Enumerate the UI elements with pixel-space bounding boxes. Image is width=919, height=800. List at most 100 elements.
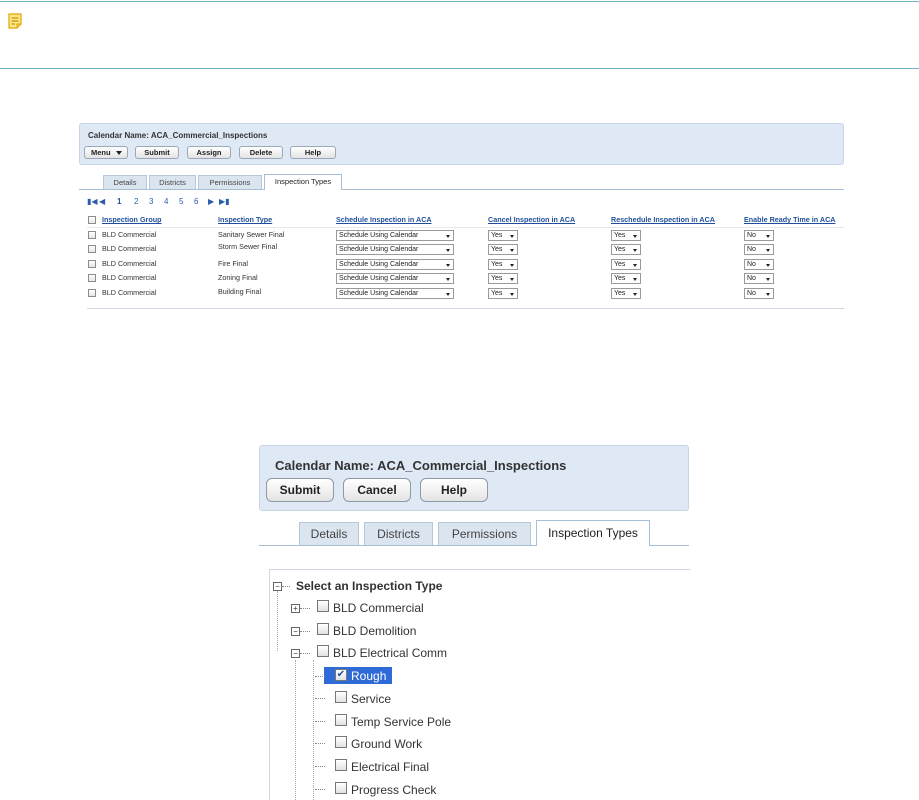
tree-child-label[interactable]: Progress Check bbox=[351, 783, 436, 797]
child-checkbox[interactable] bbox=[335, 782, 347, 794]
cancel-select[interactable]: Yes bbox=[488, 244, 518, 255]
page-6[interactable]: 6 bbox=[194, 197, 198, 206]
dropdown-arrow-icon bbox=[510, 249, 514, 252]
cancel-button[interactable]: Cancel bbox=[343, 478, 411, 502]
group-checkbox[interactable] bbox=[317, 600, 329, 612]
table-row: BLD Commercial Storm Sewer Final Schedul… bbox=[87, 242, 844, 257]
tree-child-label[interactable]: Rough bbox=[351, 669, 386, 683]
prev-page-icon[interactable]: ◀ bbox=[99, 197, 105, 206]
schedule-select[interactable]: Schedule Using Calendar bbox=[336, 273, 454, 284]
tree-guide bbox=[313, 660, 314, 800]
ready-time-select[interactable]: No bbox=[744, 273, 774, 284]
reschedule-select[interactable]: Yes bbox=[611, 244, 641, 255]
reschedule-select[interactable]: Yes bbox=[611, 230, 641, 241]
ready-time-select[interactable]: No bbox=[744, 259, 774, 270]
dropdown-arrow-icon bbox=[510, 264, 514, 267]
tree-child-label[interactable]: Temp Service Pole bbox=[351, 715, 451, 729]
tree-child-label[interactable]: Ground Work bbox=[351, 737, 422, 751]
ready-time-select[interactable]: No bbox=[744, 244, 774, 255]
reschedule-select[interactable]: Yes bbox=[611, 259, 641, 270]
reschedule-select[interactable]: Yes bbox=[611, 273, 641, 284]
row-checkbox[interactable] bbox=[88, 260, 96, 268]
expand-icon[interactable]: + bbox=[291, 604, 300, 613]
row-checkbox[interactable] bbox=[88, 274, 96, 282]
tree-guide bbox=[277, 591, 278, 651]
child-checkbox[interactable] bbox=[335, 714, 347, 726]
page-4[interactable]: 4 bbox=[164, 197, 168, 206]
schedule-select[interactable]: Schedule Using Calendar bbox=[336, 244, 454, 255]
collapse-icon[interactable]: − bbox=[291, 627, 300, 636]
tree-connector bbox=[315, 698, 325, 699]
row-checkbox[interactable] bbox=[88, 289, 96, 297]
tab-districts[interactable]: Districts bbox=[364, 522, 433, 545]
group-checkbox[interactable] bbox=[317, 645, 329, 657]
submit-button[interactable]: Submit bbox=[266, 478, 334, 502]
reschedule-select[interactable]: Yes bbox=[611, 288, 641, 299]
child-checkbox-checked[interactable]: ✔ bbox=[335, 669, 347, 681]
last-page-icon[interactable]: ▶▮ bbox=[219, 197, 230, 206]
inspection-group-cell: BLD Commercial bbox=[102, 273, 157, 282]
row-checkbox[interactable] bbox=[88, 245, 96, 253]
select-all-checkbox[interactable] bbox=[88, 216, 96, 224]
dropdown-arrow-icon bbox=[446, 293, 450, 296]
column-header-inspection-group[interactable]: Inspection Group bbox=[102, 215, 162, 224]
tree-child-label[interactable]: Service bbox=[351, 692, 391, 706]
column-header-schedule[interactable]: Schedule Inspection in ACA bbox=[336, 215, 432, 224]
child-checkbox[interactable] bbox=[335, 691, 347, 703]
page-3[interactable]: 3 bbox=[149, 197, 153, 206]
help-button[interactable]: Help bbox=[420, 478, 488, 502]
dropdown-arrow-icon bbox=[446, 235, 450, 238]
child-checkbox[interactable] bbox=[335, 736, 347, 748]
tab-permissions[interactable]: Permissions bbox=[198, 175, 262, 189]
tab-bar: Details Districts Permissions Inspection… bbox=[79, 173, 844, 190]
schedule-select[interactable]: Schedule Using Calendar bbox=[336, 288, 454, 299]
cancel-select[interactable]: Yes bbox=[488, 288, 518, 299]
tab-details[interactable]: Details bbox=[299, 522, 359, 545]
collapse-icon[interactable]: − bbox=[273, 582, 282, 591]
dropdown-arrow-icon bbox=[510, 293, 514, 296]
tree-connector bbox=[315, 766, 325, 767]
dropdown-arrow-icon bbox=[766, 249, 770, 252]
cancel-select[interactable]: Yes bbox=[488, 259, 518, 270]
tab-details[interactable]: Details bbox=[103, 175, 147, 189]
column-header-ready-time[interactable]: Enable Ready Time in ACA bbox=[744, 215, 835, 224]
delete-button[interactable]: Delete bbox=[239, 146, 283, 159]
page-1[interactable]: 1 bbox=[117, 197, 121, 206]
ready-time-select[interactable]: No bbox=[744, 230, 774, 241]
tree-connector bbox=[315, 676, 325, 677]
next-page-icon[interactable]: ▶ bbox=[208, 197, 214, 206]
inspection-group-cell: BLD Commercial bbox=[102, 288, 157, 297]
tree-group-label: BLD Demolition bbox=[333, 624, 417, 638]
child-checkbox[interactable] bbox=[335, 759, 347, 771]
first-page-icon[interactable]: ▮◀ bbox=[87, 197, 98, 206]
calendar-header: Calendar Name: ACA_Commercial_Inspection… bbox=[259, 445, 689, 511]
help-button[interactable]: Help bbox=[290, 146, 336, 159]
schedule-select[interactable]: Schedule Using Calendar bbox=[336, 259, 454, 270]
dropdown-arrow-icon bbox=[766, 264, 770, 267]
tab-permissions[interactable]: Permissions bbox=[438, 522, 531, 545]
assign-button[interactable]: Assign bbox=[187, 146, 231, 159]
schedule-select[interactable]: Schedule Using Calendar bbox=[336, 230, 454, 241]
tab-inspection-types[interactable]: Inspection Types bbox=[536, 520, 650, 546]
menu-button[interactable]: Menu bbox=[84, 146, 128, 159]
row-checkbox[interactable] bbox=[88, 231, 96, 239]
note-icon bbox=[8, 13, 22, 29]
group-checkbox[interactable] bbox=[317, 623, 329, 635]
tree-group-label: BLD Electrical Comm bbox=[333, 646, 448, 660]
page-5[interactable]: 5 bbox=[179, 197, 183, 206]
tab-districts[interactable]: Districts bbox=[149, 175, 196, 189]
tree-child-label[interactable]: Electrical Final bbox=[351, 760, 429, 774]
page-2[interactable]: 2 bbox=[134, 197, 138, 206]
caret-down-icon bbox=[116, 151, 122, 155]
submit-button[interactable]: Submit bbox=[135, 146, 179, 159]
column-header-cancel[interactable]: Cancel Inspection in ACA bbox=[488, 215, 575, 224]
cancel-select[interactable]: Yes bbox=[488, 230, 518, 241]
dropdown-arrow-icon bbox=[633, 235, 637, 238]
ready-time-select[interactable]: No bbox=[744, 288, 774, 299]
cancel-select[interactable]: Yes bbox=[488, 273, 518, 284]
collapse-icon[interactable]: − bbox=[291, 649, 300, 658]
calendar-name: Calendar Name: ACA_Commercial_Inspection… bbox=[275, 458, 567, 473]
column-header-reschedule[interactable]: Reschedule Inspection in ACA bbox=[611, 215, 715, 224]
tab-inspection-types[interactable]: Inspection Types bbox=[264, 174, 342, 190]
column-header-inspection-type[interactable]: Inspection Type bbox=[218, 215, 272, 224]
